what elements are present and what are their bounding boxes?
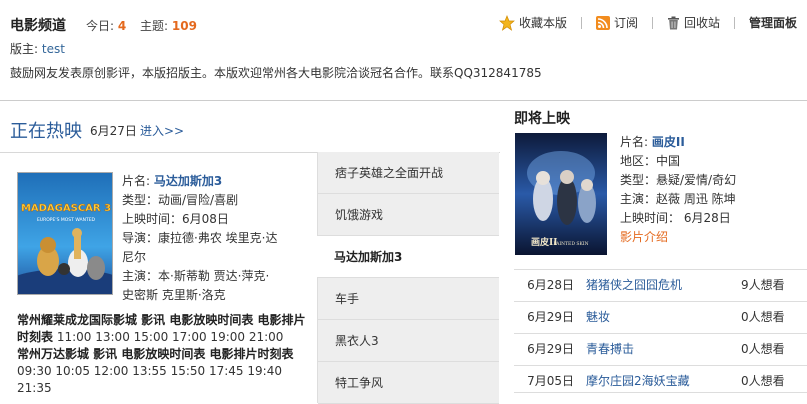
poster-english-title: PAINTED SKIN <box>553 241 588 247</box>
madagascar-poster-image: MADAGASCAR 3 EUROPE'S MOST WANTED <box>18 173 112 294</box>
forum-notice: 鼓励网友发表原创影评，本版招版主。本版欢迎常州各大电影院洽谈冠名合作。联系QQ3… <box>10 66 542 80</box>
showtimes: 11:00 13:00 15:00 17:00 19:00 21:00 <box>56 330 284 344</box>
tab-movie[interactable]: 特工争风 <box>318 362 499 404</box>
movie-genre: 类型：动画/冒险/喜剧 <box>122 193 239 207</box>
star-icon <box>499 14 515 31</box>
movie-cast-cont: 史密斯 克里斯·洛克 <box>122 288 226 302</box>
cinema-item: 常州万达影城 影讯 电影放映时间表 电影排片时刻表 09:30 10:05 12… <box>17 346 315 397</box>
trash-icon <box>667 16 679 29</box>
upcoming-poster[interactable]: 画皮II PAINTED SKIN <box>515 133 607 255</box>
list-item: 6月29日 青春搏击 0人想看 <box>514 333 807 365</box>
want-to-see-count: 9人想看 <box>741 278 785 292</box>
upcoming-date: 6月28日 <box>527 278 574 292</box>
manage-panel-button[interactable]: 管理面板 <box>749 14 797 31</box>
list-item: 6月29日 魅妆 0人想看 <box>514 301 807 333</box>
movie-name-link[interactable]: 马达加斯加3 <box>154 174 222 188</box>
divider <box>514 392 807 393</box>
poster-title-text: MADAGASCAR 3 <box>21 203 111 214</box>
movie-tabs: 痞子英雄之全面开战 饥饿游戏 马达加斯加3 车手 黑衣人3 特工争风 <box>317 152 499 404</box>
channel-title: 电影频道 <box>10 18 66 34</box>
movie-info: 片名: 马达加斯加3 类型：动画/冒险/喜剧 上映时间：6月08日 导演：康拉德… <box>122 172 312 305</box>
now-showing-date: 6月27日 <box>90 124 137 138</box>
movie-intro-link[interactable]: 影片介绍 <box>620 230 668 244</box>
topics-count: 109 <box>171 19 197 33</box>
upcoming-info: 片名: 画皮II 地区：中国 类型：悬疑/爱情/奇幻 主演：赵薇 周迅 陈坤 上… <box>620 133 805 247</box>
favorite-button[interactable]: 收藏本版 <box>499 14 567 31</box>
topics-stat: 主题: 109 <box>140 19 197 33</box>
rss-icon <box>595 15 610 30</box>
movie-director: 导演：康拉德·弗农 埃里克·达 <box>122 231 278 245</box>
upcoming-genre: 类型：悬疑/爱情/奇幻 <box>620 173 737 187</box>
moderator-link[interactable]: test <box>42 42 65 56</box>
tab-movie[interactable]: 车手 <box>318 278 499 320</box>
tab-movie[interactable]: 黑衣人3 <box>318 320 499 362</box>
want-to-see-count: 0人想看 <box>741 342 785 356</box>
divider <box>733 16 735 29</box>
upcoming-list: 6月28日 猪猪侠之囧囧危机 9人想看 6月29日 魅妆 0人想看 6月29日 … <box>514 269 807 397</box>
divider <box>0 100 807 101</box>
movie-release: 上映时间：6月08日 <box>122 212 229 226</box>
movie-poster[interactable]: MADAGASCAR 3 EUROPE'S MOST WANTED <box>17 172 113 295</box>
cinema-schedule: 常州耀莱成龙国际影城 影讯 电影放映时间表 电影排片时刻表 11:00 13:0… <box>17 312 315 397</box>
upcoming-name-link[interactable]: 画皮II <box>652 135 685 149</box>
tab-movie[interactable]: 痞子英雄之全面开战 <box>318 152 499 194</box>
list-item: 6月28日 猪猪侠之囧囧危机 9人想看 <box>514 269 807 301</box>
movie-director-cont: 尼尔 <box>122 250 147 264</box>
upcoming-movie-link[interactable]: 青春搏击 <box>574 334 741 365</box>
cinema-name[interactable]: 常州万达影城 影讯 电影放映时间表 电影排片时刻表 <box>17 347 294 361</box>
showtimes: 09:30 10:05 12:00 13:55 15:50 17:45 19:4… <box>17 364 282 395</box>
painted-skin-poster-image: 画皮II PAINTED SKIN <box>515 133 607 255</box>
enter-link[interactable]: 进入>> <box>140 122 184 139</box>
forum-header: 电影频道 今日: 4 主题: 109 收藏本版 订阅 回收站 管理面板 版主: … <box>0 0 807 100</box>
upcoming-movie-link[interactable]: 魅妆 <box>574 302 741 333</box>
moderator-line: 版主: test <box>10 42 65 56</box>
tab-movie-active[interactable]: 马达加斯加3 <box>317 236 499 278</box>
upcoming-date: 6月29日 <box>527 342 574 356</box>
tab-movie[interactable]: 饥饿游戏 <box>318 194 499 236</box>
today-count: 4 <box>117 19 127 33</box>
upcoming-release: 上映时间： 6月28日 <box>620 211 731 225</box>
upcoming-title: 即将上映 <box>514 111 570 127</box>
movie-cast: 主演：本·斯蒂勒 贾达·萍克· <box>122 269 270 283</box>
recycle-bin-button[interactable]: 回收站 <box>667 14 720 31</box>
divider <box>580 16 582 29</box>
upcoming-cast: 主演：赵薇 周迅 陈坤 <box>620 192 736 206</box>
upcoming-date: 6月29日 <box>527 310 574 324</box>
header-actions: 收藏本版 订阅 回收站 管理面板 <box>499 14 797 31</box>
upcoming-region: 地区：中国 <box>620 154 681 168</box>
divider <box>651 16 653 29</box>
poster-subtitle-text: EUROPE'S MOST WANTED <box>37 217 96 223</box>
now-showing-title: 正在热映 <box>10 121 82 142</box>
subscribe-button[interactable]: 订阅 <box>595 14 638 31</box>
upcoming-movie-link[interactable]: 猪猪侠之囧囧危机 <box>574 270 741 301</box>
today-stat: 今日: 4 <box>86 19 127 33</box>
want-to-see-count: 0人想看 <box>741 310 785 324</box>
cinema-item: 常州耀莱成龙国际影城 影讯 电影放映时间表 电影排片时刻表 11:00 13:0… <box>17 312 315 346</box>
